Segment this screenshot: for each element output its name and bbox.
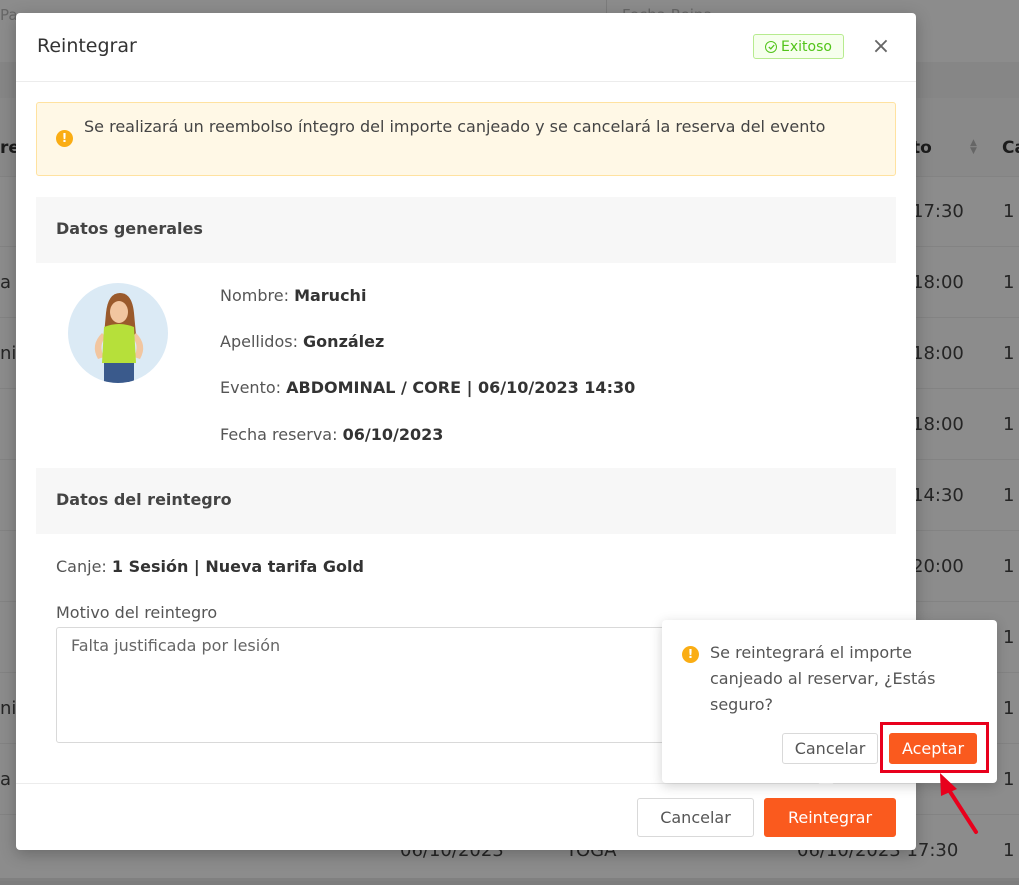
field-canje-value: 1 Sesión | Nueva tarifa Gold xyxy=(111,557,364,576)
check-circle-icon xyxy=(765,40,778,53)
exclamation-circle-icon: ! xyxy=(682,646,699,663)
motivo-label: Motivo del reintegro xyxy=(56,603,218,622)
field-evento: Evento: ABDOMINAL / CORE | 06/10/2023 14… xyxy=(220,378,636,397)
field-apellidos: Apellidos: González xyxy=(220,332,385,351)
cancel-button[interactable]: Cancelar xyxy=(637,798,754,837)
refund-data-section-header: Datos del reintegro xyxy=(36,468,896,534)
modal-title: Reintegrar xyxy=(37,35,137,57)
field-fecha-reserva: Fecha reserva: 06/10/2023 xyxy=(220,425,444,444)
section-title: Datos del reintegro xyxy=(56,490,232,509)
status-badge-label: Exitoso xyxy=(781,38,832,55)
popconfirm-message: Se reintegrará el importe canjeado al re… xyxy=(710,643,936,714)
popconfirm-cancel-button[interactable]: Cancelar xyxy=(782,733,878,764)
reintegrar-button[interactable]: Reintegrar xyxy=(764,798,896,837)
section-title: Datos generales xyxy=(56,219,203,238)
alert-message: Se realizará un reembolso íntegro del im… xyxy=(84,117,826,136)
field-nombre-value: Maruchi xyxy=(294,286,367,305)
arrow-icon xyxy=(940,773,978,834)
field-evento-value: ABDOMINAL / CORE | 06/10/2023 14:30 xyxy=(286,378,636,397)
general-data-section-header: Datos generales xyxy=(36,197,896,263)
field-apellidos-value: González xyxy=(303,332,385,351)
status-badge: Exitoso xyxy=(753,34,844,59)
close-icon[interactable]: × xyxy=(869,35,893,59)
avatar xyxy=(68,283,168,383)
field-nombre: Nombre: Maruchi xyxy=(220,286,367,305)
exclamation-circle-icon: ! xyxy=(56,130,73,147)
warning-alert: ! Se realizará un reembolso íntegro del … xyxy=(36,102,896,176)
field-canje: Canje: 1 Sesión | Nueva tarifa Gold xyxy=(56,557,364,576)
field-fecha-reserva-value: 06/10/2023 xyxy=(342,425,444,444)
modal-footer: Cancelar Reintegrar xyxy=(16,783,916,851)
modal-header: Reintegrar Exitoso × xyxy=(16,13,916,82)
